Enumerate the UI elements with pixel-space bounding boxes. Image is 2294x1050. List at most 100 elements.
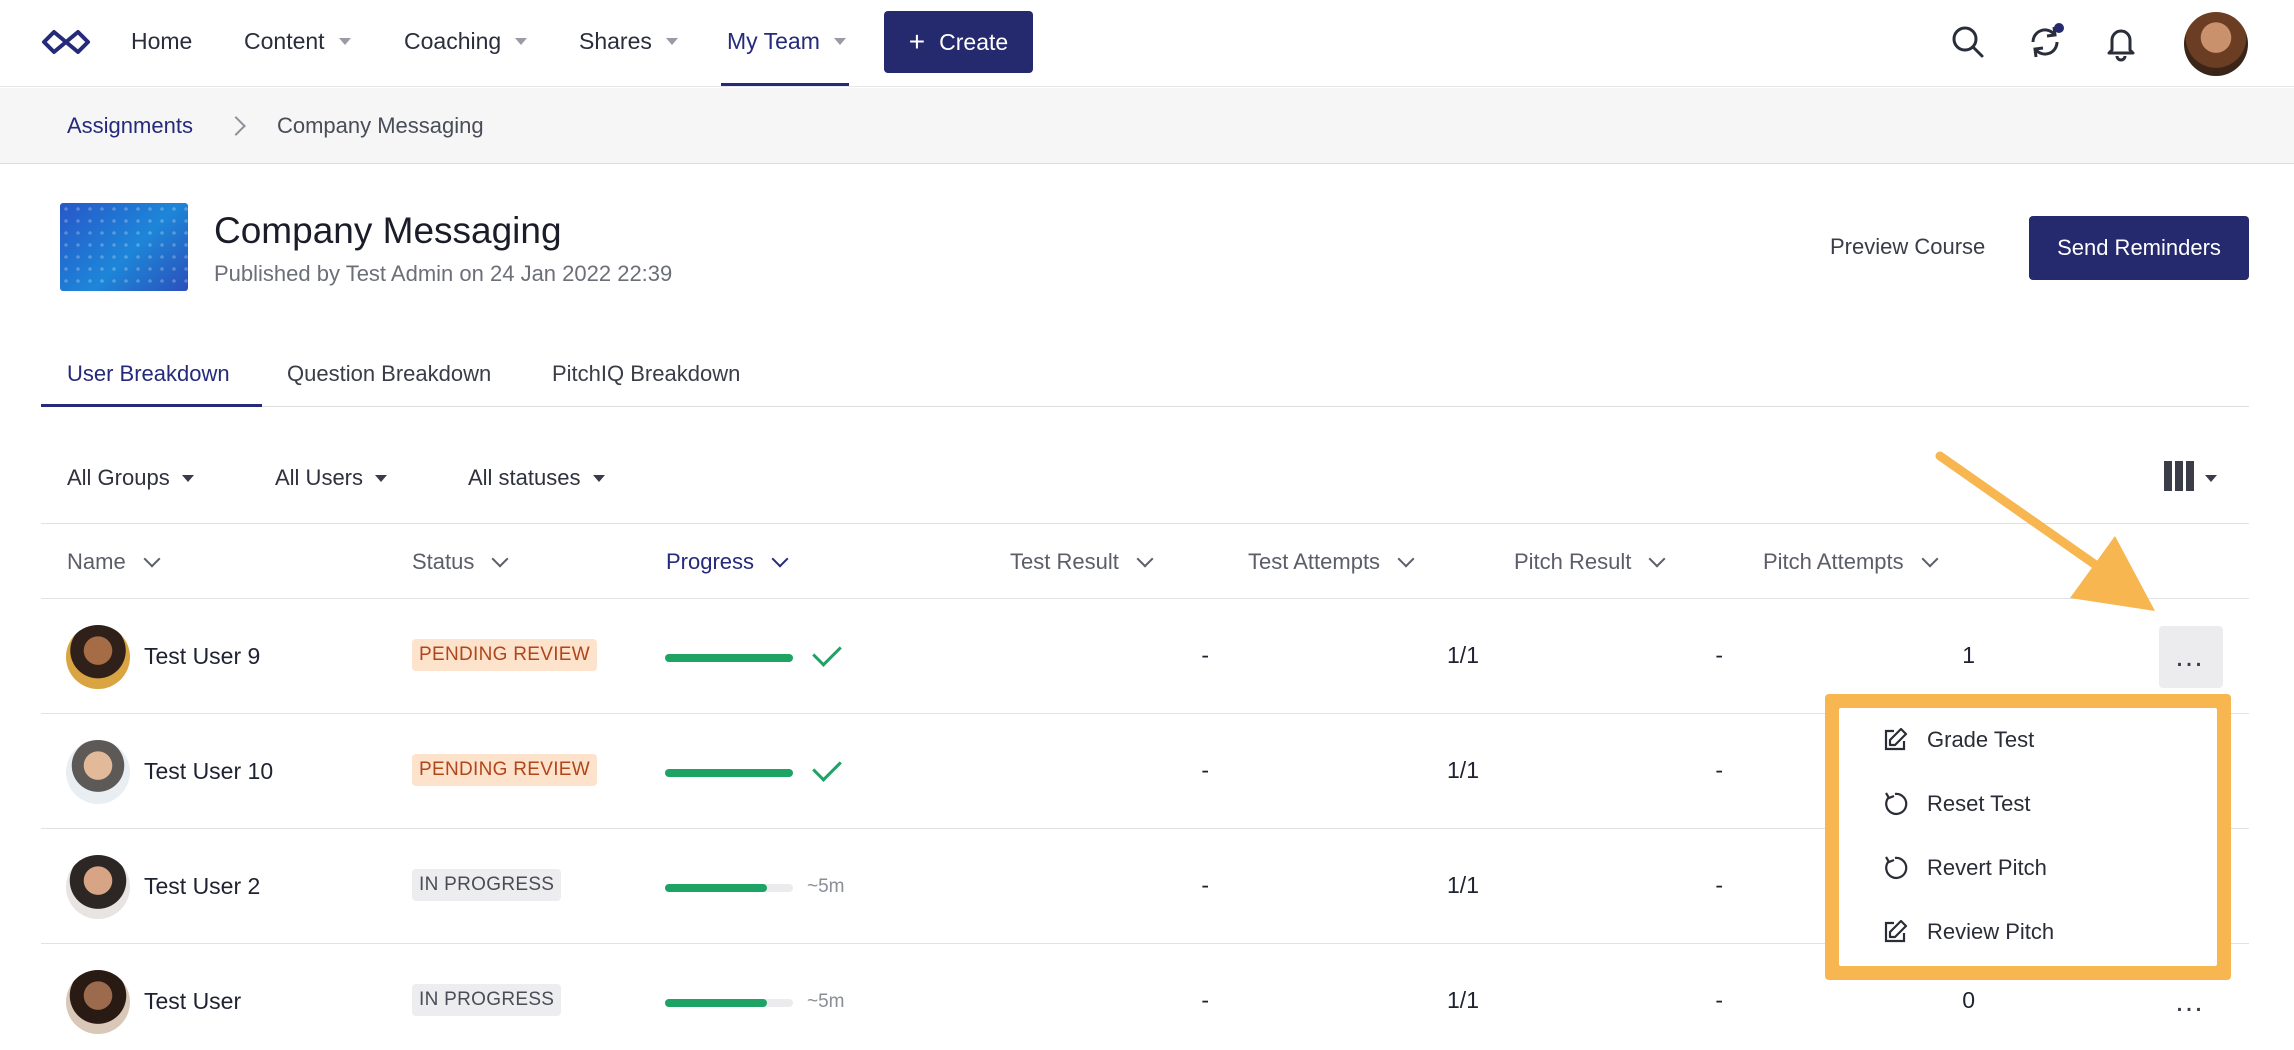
test-attempts: 1/1 <box>1447 642 1479 668</box>
caret-down-icon <box>181 474 194 482</box>
row-actions-menu: Grade Test Reset Test Revert Pitch Revie… <box>1839 708 2217 966</box>
search-icon[interactable] <box>1948 22 1988 62</box>
tab-pitchiq-breakdown[interactable]: PitchIQ Breakdown <box>552 361 740 387</box>
menu-item-revert-pitch[interactable]: Revert Pitch <box>1839 836 2217 900</box>
chevron-down-icon <box>1648 550 1666 568</box>
sync-icon[interactable] <box>2025 22 2065 62</box>
breadcrumb-assignments[interactable]: Assignments <box>67 113 193 139</box>
chevron-down-icon <box>771 550 789 568</box>
menu-item-review-pitch[interactable]: Review Pitch <box>1839 900 2217 964</box>
nav-home[interactable]: Home <box>131 28 192 55</box>
progress-fill <box>665 769 793 777</box>
user-name[interactable]: Test User 10 <box>144 758 273 785</box>
test-attempts: 1/1 <box>1447 987 1479 1013</box>
col-name[interactable]: Name <box>67 549 161 575</box>
nav-content-label: Content <box>244 28 325 54</box>
progress-fill <box>665 654 793 662</box>
tab-active-indicator <box>41 404 262 407</box>
pitch-attempts: 1 <box>1962 642 1975 668</box>
test-attempts: 1/1 <box>1447 757 1479 783</box>
tab-bar: User Breakdown Question Breakdown PitchI… <box>41 345 2249 407</box>
col-progress[interactable]: Progress <box>666 549 789 575</box>
menu-item-reset-test[interactable]: Reset Test <box>1839 772 2217 836</box>
filter-groups-label: All Groups <box>67 465 170 490</box>
user-name[interactable]: Test User 2 <box>144 873 260 900</box>
create-button[interactable]: + Create <box>884 11 1033 73</box>
status-badge: IN PROGRESS <box>412 984 562 1016</box>
col-pitch-result-label: Pitch Result <box>1514 549 1632 574</box>
top-nav: Home Content Coaching Shares My Team + C… <box>0 0 2294 87</box>
col-test-result[interactable]: Test Result <box>1010 549 1154 575</box>
menu-item-grade-test[interactable]: Grade Test <box>1839 708 2217 772</box>
filter-statuses[interactable]: All statuses <box>468 465 605 491</box>
col-pitch-result[interactable]: Pitch Result <box>1514 549 1666 575</box>
tab-user-breakdown[interactable]: User Breakdown <box>67 361 230 387</box>
nav-content[interactable]: Content <box>244 28 351 55</box>
caret-down-icon <box>665 38 678 45</box>
nav-shares[interactable]: Shares <box>579 28 678 55</box>
menu-highlight: Grade Test Reset Test Revert Pitch Revie… <box>1825 694 2231 980</box>
caret-down-icon <box>833 38 846 45</box>
logo-icon[interactable] <box>40 26 92 58</box>
progress-fill <box>665 884 768 892</box>
user-avatar[interactable] <box>2184 12 2248 76</box>
columns-icon <box>2164 461 2197 496</box>
table-header: Name Status Progress Test Result Test At… <box>41 523 2249 599</box>
pitch-result: - <box>1715 757 1723 783</box>
pitch-attempts: 0 <box>1962 987 1975 1013</box>
col-name-label: Name <box>67 549 126 574</box>
edit-icon <box>1884 919 1908 943</box>
chevron-down-icon <box>1136 550 1154 568</box>
test-attempts: 1/1 <box>1447 872 1479 898</box>
columns-toggle[interactable] <box>2164 461 2217 496</box>
caret-down-icon <box>338 38 351 45</box>
bell-icon[interactable] <box>2101 22 2141 62</box>
pitch-result: - <box>1715 872 1723 898</box>
caret-down-icon <box>2205 475 2217 482</box>
filter-statuses-label: All statuses <box>468 465 581 490</box>
page-subtitle: Published by Test Admin on 24 Jan 2022 2… <box>214 261 673 286</box>
col-progress-label: Progress <box>666 549 755 574</box>
progress-bar <box>665 884 793 892</box>
progress-bar <box>665 654 793 662</box>
nav-my-team[interactable]: My Team <box>727 28 846 55</box>
status-badge: PENDING REVIEW <box>412 754 597 786</box>
check-icon <box>812 752 842 782</box>
check-icon <box>812 637 842 667</box>
page-title: Company Messaging <box>214 210 562 251</box>
filter-groups[interactable]: All Groups <box>67 465 194 491</box>
user-name[interactable]: Test User <box>144 988 241 1015</box>
more-actions-button[interactable]: … <box>2159 971 2223 1033</box>
time-remaining: ~5m <box>807 991 845 1012</box>
chevron-down-icon <box>491 550 509 568</box>
nav-coaching[interactable]: Coaching <box>404 28 528 55</box>
chevron-down-icon <box>1397 550 1415 568</box>
menu-item-label: Revert Pitch <box>1927 855 2047 880</box>
course-thumbnail <box>60 203 188 291</box>
test-result: - <box>1201 987 1209 1013</box>
breadcrumb-current: Company Messaging <box>276 112 484 138</box>
user-name[interactable]: Test User 9 <box>144 643 260 670</box>
pitch-result: - <box>1715 642 1723 668</box>
menu-item-label: Reset Test <box>1927 791 2031 816</box>
breadcrumb: Assignments Company Messaging <box>0 88 2294 164</box>
col-pitch-attempts[interactable]: Pitch Attempts <box>1763 549 1939 575</box>
avatar <box>66 740 130 804</box>
progress-fill <box>665 999 768 1007</box>
time-remaining: ~5m <box>807 876 845 897</box>
preview-course-button[interactable]: Preview Course <box>1830 234 1985 260</box>
avatar <box>66 625 130 689</box>
filter-users[interactable]: All Users <box>275 465 388 491</box>
col-status[interactable]: Status <box>412 549 509 575</box>
tab-question-breakdown[interactable]: Question Breakdown <box>287 361 491 387</box>
col-test-attempts-label: Test Attempts <box>1248 549 1381 574</box>
test-result: - <box>1201 757 1209 783</box>
col-test-attempts[interactable]: Test Attempts <box>1248 549 1415 575</box>
more-actions-button[interactable]: … <box>2159 626 2223 688</box>
plus-icon: + <box>908 26 926 57</box>
reset-icon <box>1885 856 1908 880</box>
send-reminders-button[interactable]: Send Reminders <box>2029 216 2249 280</box>
status-badge: PENDING REVIEW <box>412 639 597 671</box>
avatar <box>66 855 130 919</box>
create-button-label: Create <box>939 28 1009 55</box>
